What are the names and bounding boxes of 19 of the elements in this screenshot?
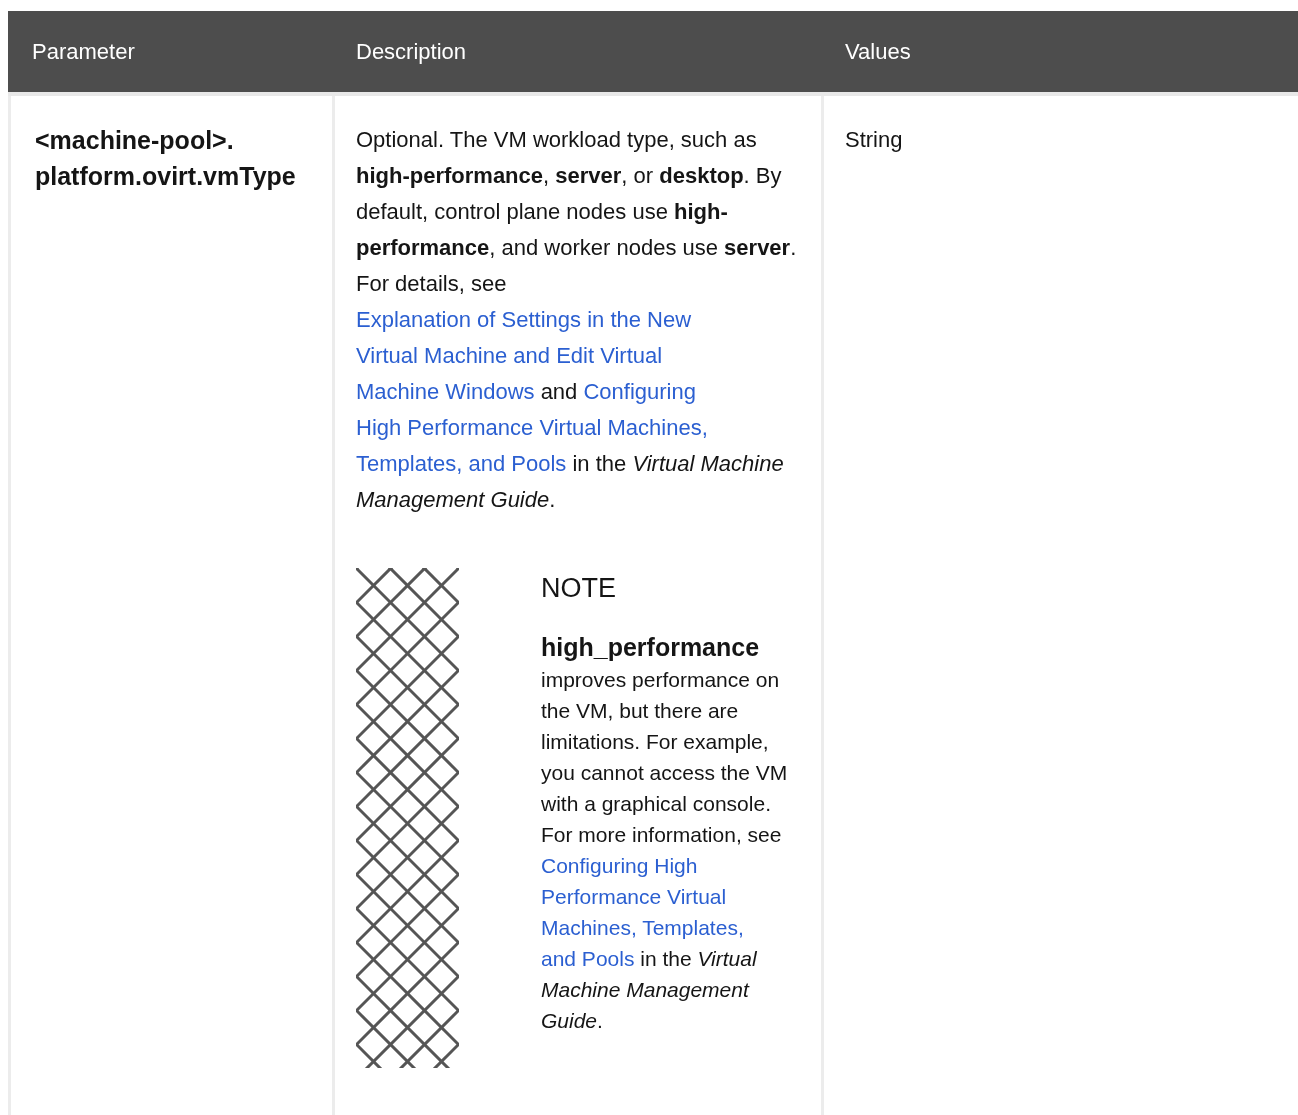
note-text: improves performance on the VM, but there are limitations. For example, you cannot access the VM with a graphical console. For more information, see Configuring High Performance Virtual Machines, Templates, and Pools in the Virtual Machine Management Guide. [541,667,789,1034]
value-type: String [845,127,903,152]
note-title: NOTE [541,572,617,605]
document-link[interactable]: Configuring High [541,854,698,877]
document-link[interactable]: Machine Windows [356,379,535,404]
document-link[interactable]: Machines, Templates, [541,916,744,939]
description-text: Optional. The VM workload type, such as high-performance, server, or desktop. By default, control plane nodes use high-performance, and worker nodes use server. For details, see Explanation of Settings in the New Virtual Machine and Edit Virtual Machine Windows and Configuring High Performance Virtual Machines, Templates, and Pools in the Virtual Machine Management Guide. [356,126,798,514]
column-header: Description [332,11,821,96]
column-header: Parameter [8,11,332,96]
document-link[interactable]: and Pools [541,947,635,970]
note-term: high_performance [541,632,761,663]
document-link[interactable]: Virtual Machine and Edit Virtual [356,343,663,368]
parameter-name: <machine-pool>.platform.ovirt.vmType [34,125,297,192]
document-link[interactable]: High Performance Virtual Machines, [356,415,708,440]
column-header: Values [821,11,1298,96]
document-link[interactable]: Performance Virtual [541,885,727,908]
document-link[interactable]: Configuring [583,379,696,404]
document-link[interactable]: Templates, and Pools [356,451,567,476]
document-link[interactable]: Explanation of Settings in the New [356,307,692,332]
